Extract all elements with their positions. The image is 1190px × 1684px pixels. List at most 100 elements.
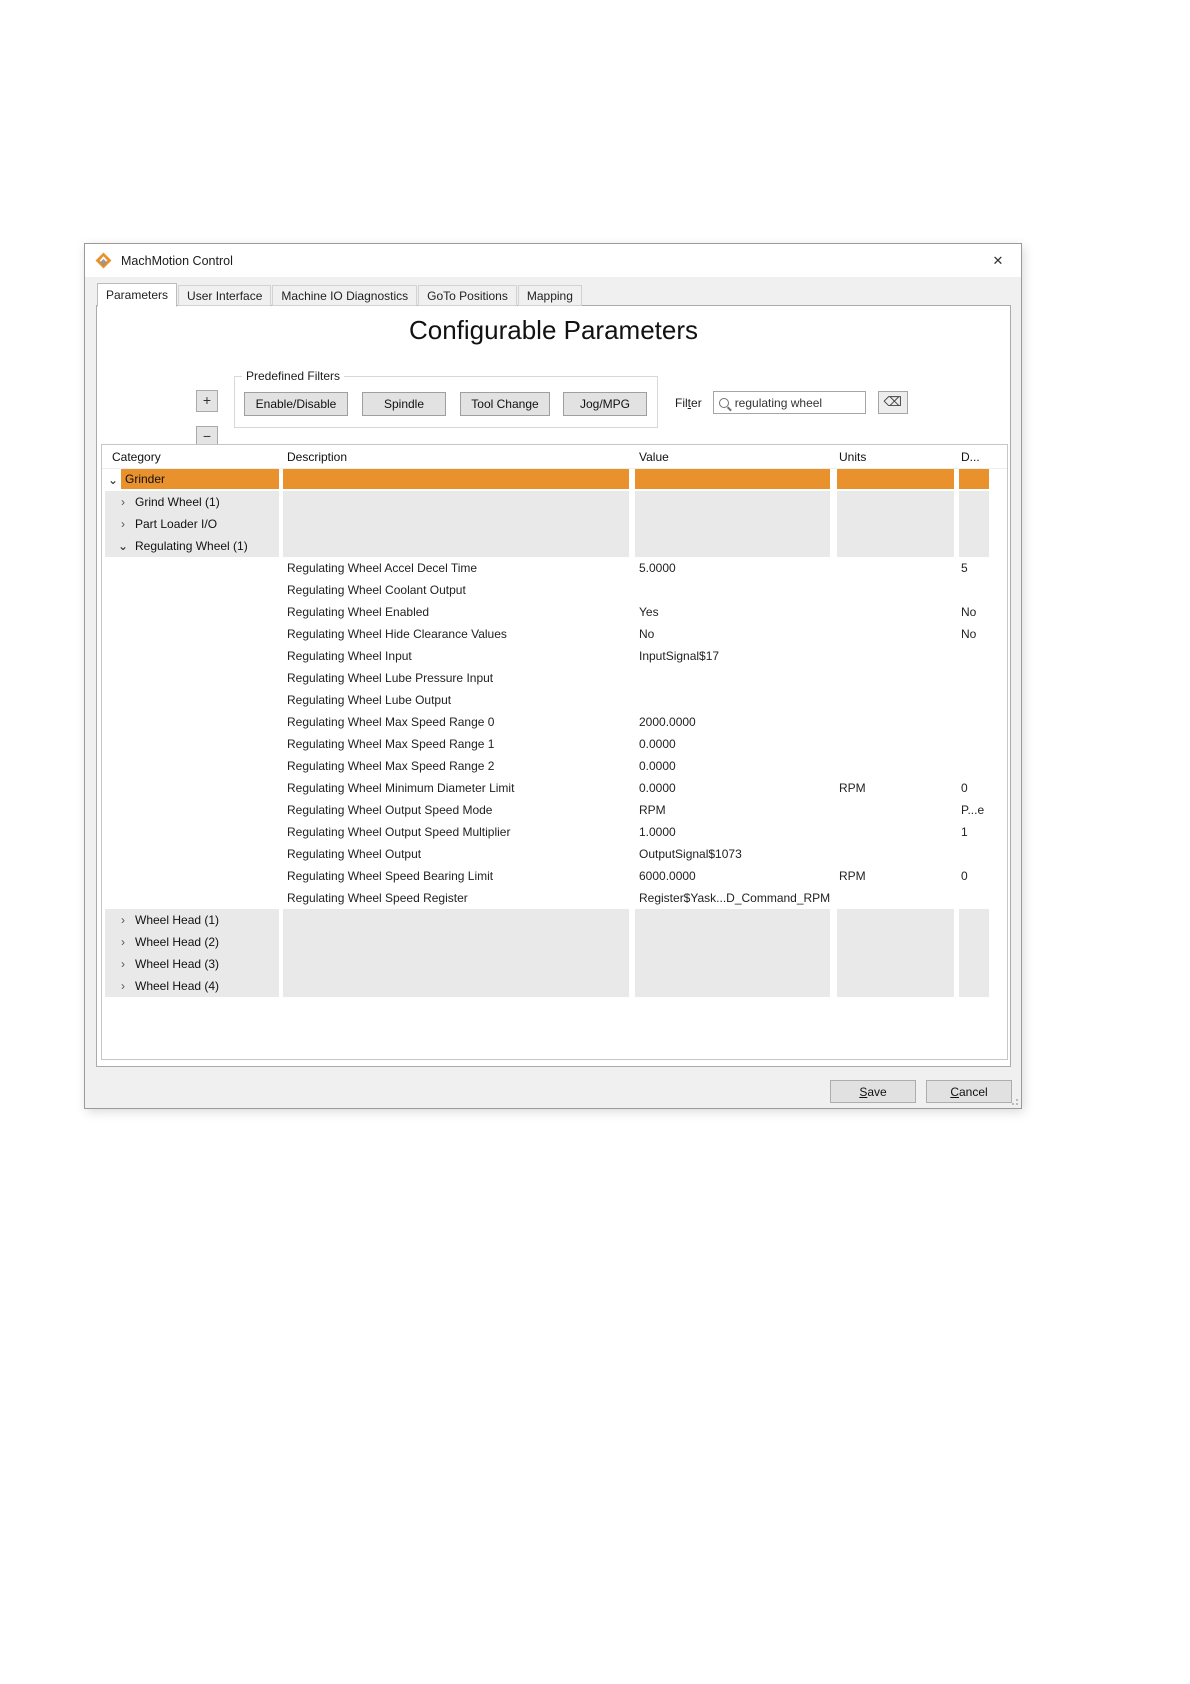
chevron-right-icon[interactable]: ›: [115, 517, 131, 531]
param-units[interactable]: [837, 557, 954, 579]
clear-filter-button[interactable]: ⌫: [877, 391, 908, 414]
category-cell-empty: [105, 865, 279, 887]
param-units[interactable]: RPM: [837, 865, 954, 887]
table-row: Regulating Wheel Accel Decel Time 5.0000 5: [102, 557, 1007, 579]
tree-item-part-loader-i-o[interactable]: › Part Loader I/O: [105, 513, 279, 535]
tree-item-label: Grinder: [125, 472, 166, 486]
param-units[interactable]: [837, 887, 954, 909]
param-description[interactable]: Regulating Wheel Accel Decel Time: [283, 557, 629, 579]
tree-item-label: Regulating Wheel (1): [135, 539, 248, 553]
param-units[interactable]: [837, 711, 954, 733]
param-units[interactable]: [837, 579, 954, 601]
cancel-button[interactable]: Cancel: [926, 1080, 1012, 1103]
param-units[interactable]: [837, 799, 954, 821]
table-row: Regulating Wheel Lube Pressure Input: [102, 667, 1007, 689]
param-value[interactable]: OutputSignal$1073: [635, 843, 830, 865]
row-filler-cell: [635, 535, 830, 557]
param-value[interactable]: 0.0000: [635, 733, 830, 755]
param-units[interactable]: [837, 645, 954, 667]
save-button[interactable]: Save: [830, 1080, 916, 1103]
param-description[interactable]: Regulating Wheel Enabled: [283, 601, 629, 623]
table-row: › Wheel Head (2): [102, 931, 1007, 953]
backspace-icon: ⌫: [883, 394, 902, 409]
column-header-value[interactable]: Value: [635, 445, 830, 469]
tree-item-wheel-head-3[interactable]: › Wheel Head (3): [105, 953, 279, 975]
param-value[interactable]: InputSignal$17: [635, 645, 830, 667]
column-header-category[interactable]: Category: [105, 445, 279, 469]
param-units[interactable]: [837, 623, 954, 645]
expand-all-button[interactable]: +: [196, 390, 218, 412]
param-value[interactable]: 1.0000: [635, 821, 830, 843]
param-description[interactable]: Regulating Wheel Coolant Output: [283, 579, 629, 601]
chevron-right-icon[interactable]: ›: [115, 935, 131, 949]
chevron-right-icon[interactable]: ›: [115, 979, 131, 993]
param-description[interactable]: Regulating Wheel Output Speed Mode: [283, 799, 629, 821]
tree-item-wheel-head-2[interactable]: › Wheel Head (2): [105, 931, 279, 953]
param-description[interactable]: Regulating Wheel Output Speed Multiplier: [283, 821, 629, 843]
param-value[interactable]: Yes: [635, 601, 830, 623]
param-value[interactable]: 0.0000: [635, 755, 830, 777]
tree-item-grind-wheel-1[interactable]: › Grind Wheel (1): [105, 491, 279, 513]
category-cell-empty: [105, 711, 279, 733]
table-row: Regulating Wheel Lube Output: [102, 689, 1007, 711]
close-icon[interactable]: ✕: [985, 251, 1011, 271]
param-description[interactable]: Regulating Wheel Max Speed Range 2: [283, 755, 629, 777]
tree-item-wheel-head-4[interactable]: › Wheel Head (4): [105, 975, 279, 997]
filter-button-tool-change[interactable]: Tool Change: [460, 392, 550, 416]
chevron-right-icon[interactable]: ›: [115, 957, 131, 971]
param-units[interactable]: [837, 689, 954, 711]
param-description[interactable]: Regulating Wheel Speed Bearing Limit: [283, 865, 629, 887]
param-default: [959, 755, 989, 777]
filter-button-spindle[interactable]: Spindle: [362, 392, 446, 416]
param-value[interactable]: RPM: [635, 799, 830, 821]
tree-item-grinder[interactable]: ⌄ Grinder: [105, 469, 279, 491]
param-value[interactable]: 2000.0000: [635, 711, 830, 733]
param-description[interactable]: Regulating Wheel Hide Clearance Values: [283, 623, 629, 645]
param-value[interactable]: [635, 579, 830, 601]
param-units[interactable]: [837, 821, 954, 843]
tab-machine-io-diagnostics[interactable]: Machine IO Diagnostics: [272, 285, 418, 306]
param-units[interactable]: RPM: [837, 777, 954, 799]
param-description[interactable]: Regulating Wheel Max Speed Range 1: [283, 733, 629, 755]
tab-parameters[interactable]: Parameters: [97, 283, 178, 307]
tab-mapping[interactable]: Mapping: [517, 285, 582, 306]
param-units[interactable]: [837, 755, 954, 777]
param-value[interactable]: Register$Yask...D_Command_RPM: [635, 887, 830, 909]
filter-search-input[interactable]: regulating wheel: [712, 391, 866, 414]
param-value[interactable]: 0.0000: [635, 777, 830, 799]
param-value[interactable]: 5.0000: [635, 557, 830, 579]
chevron-right-icon[interactable]: ›: [115, 495, 131, 509]
tree-item-regulating-wheel-1[interactable]: ⌄ Regulating Wheel (1): [105, 535, 279, 557]
param-description[interactable]: Regulating Wheel Minimum Diameter Limit: [283, 777, 629, 799]
param-description[interactable]: Regulating Wheel Lube Output: [283, 689, 629, 711]
column-header-units[interactable]: Units: [837, 445, 954, 469]
filter-button-jog-mpg[interactable]: Jog/MPG: [563, 392, 647, 416]
param-units[interactable]: [837, 667, 954, 689]
table-row: Regulating Wheel Output OutputSignal$1073: [102, 843, 1007, 865]
tab-goto-positions[interactable]: GoTo Positions: [418, 285, 517, 306]
chevron-down-icon[interactable]: ⌄: [115, 539, 131, 553]
param-description[interactable]: Regulating Wheel Output: [283, 843, 629, 865]
filter-button-enable-disable[interactable]: Enable/Disable: [244, 392, 348, 416]
chevron-right-icon[interactable]: ›: [115, 913, 131, 927]
tab-user-interface[interactable]: User Interface: [178, 285, 272, 306]
tree-item-wheel-head-1[interactable]: › Wheel Head (1): [105, 909, 279, 931]
column-header-description[interactable]: Description: [283, 445, 629, 469]
param-value[interactable]: 6000.0000: [635, 865, 830, 887]
param-description[interactable]: Regulating Wheel Speed Register: [283, 887, 629, 909]
param-value[interactable]: [635, 689, 830, 711]
chevron-down-icon[interactable]: ⌄: [105, 473, 121, 487]
param-description[interactable]: Regulating Wheel Max Speed Range 0: [283, 711, 629, 733]
param-description[interactable]: Regulating Wheel Input: [283, 645, 629, 667]
param-units[interactable]: [837, 843, 954, 865]
param-units[interactable]: [837, 733, 954, 755]
param-value[interactable]: [635, 667, 830, 689]
param-value[interactable]: No: [635, 623, 830, 645]
row-filler-cell: [837, 491, 954, 513]
param-default: [959, 667, 989, 689]
param-units[interactable]: [837, 601, 954, 623]
param-description[interactable]: Regulating Wheel Lube Pressure Input: [283, 667, 629, 689]
row-filler-cell: [837, 469, 954, 491]
column-header-d[interactable]: D...: [959, 445, 989, 469]
resize-grip[interactable]: [1008, 1095, 1018, 1105]
